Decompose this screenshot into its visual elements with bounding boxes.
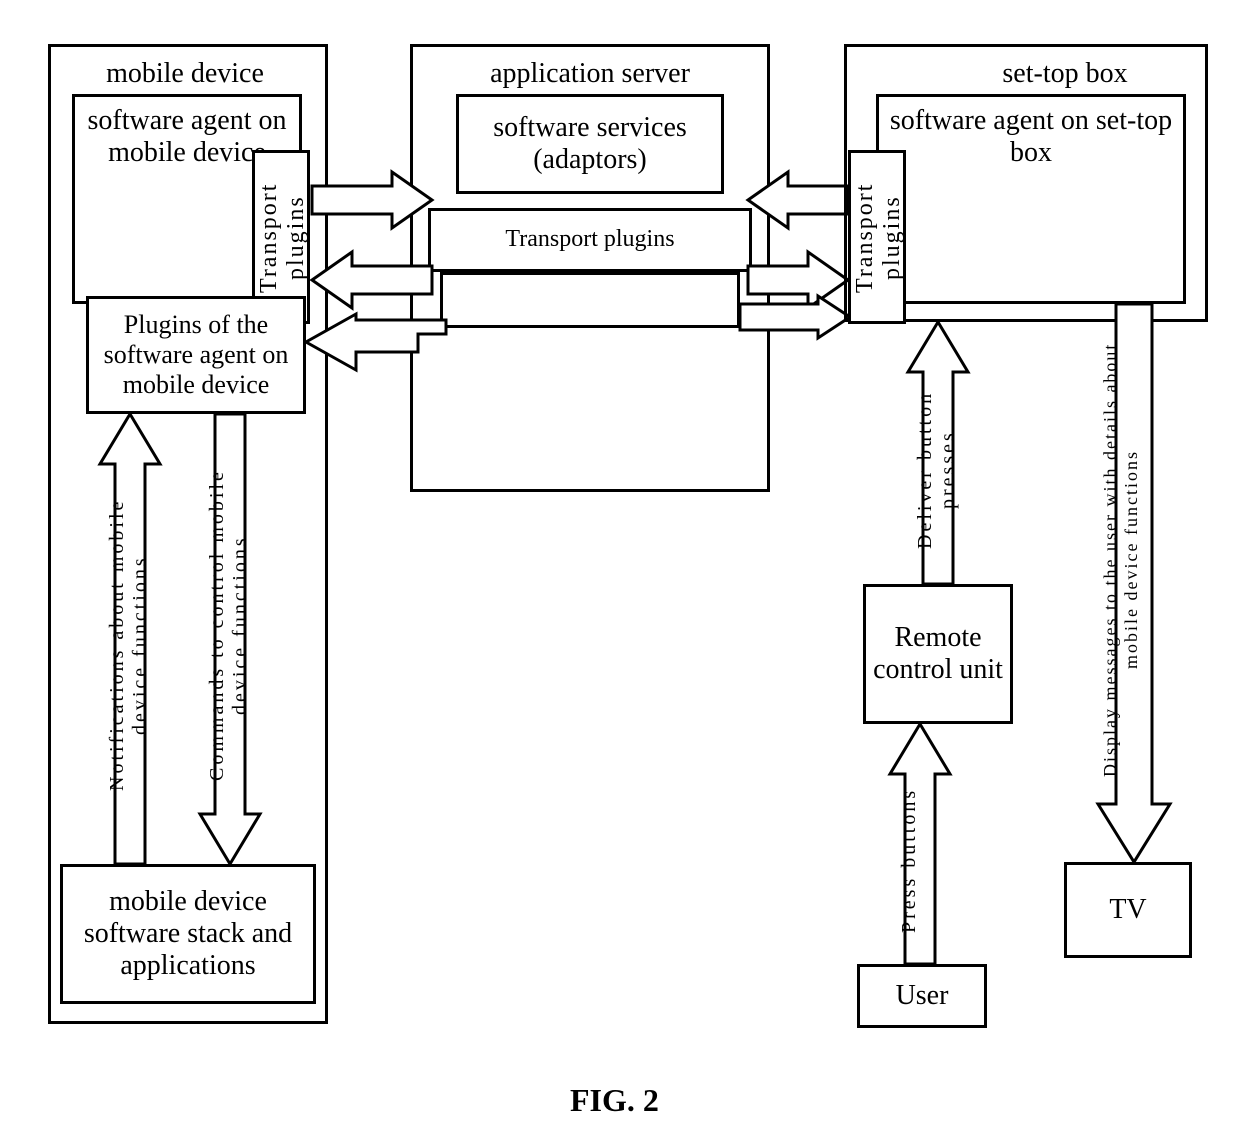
- stb-title: set-top box: [950, 58, 1180, 90]
- server-title: application server: [430, 58, 750, 90]
- server-services: software services (adaptors): [456, 94, 724, 194]
- tv-box: TV: [1064, 862, 1192, 958]
- server-transport-label: Transport plugins: [505, 226, 674, 254]
- user-box: User: [857, 964, 987, 1028]
- mobile-plugins: Plugins of the software agent on mobile …: [86, 296, 306, 414]
- mobile-stack: mobile device software stack and applica…: [60, 864, 316, 1004]
- stb-agent: software agent on set-top box: [876, 94, 1186, 304]
- mobile-arrow-down-label: Commands to control mobile device functi…: [206, 440, 252, 810]
- mobile-transport-label: Transport plugins: [256, 158, 306, 318]
- mobile-device-title: mobile device: [60, 58, 310, 90]
- remote-control: Remote control unit: [863, 584, 1013, 724]
- arrow-mobile-to-server: [312, 172, 432, 228]
- diagram: mobile device software agent on mobile d…: [0, 0, 1240, 1144]
- arrow-stb-to-server: [748, 172, 848, 228]
- mobile-arrow-up-label: Notifications about mobile device functi…: [106, 460, 152, 830]
- figure-label: FIG. 2: [570, 1082, 659, 1119]
- tv-label: TV: [1109, 894, 1146, 926]
- server-transport: Transport plugins: [428, 208, 752, 272]
- arrow-server-base-to-stb: [740, 296, 850, 338]
- server-transport-base: [440, 272, 740, 328]
- arrow-display-label: Display messages to the user with detail…: [1100, 320, 1166, 800]
- arrow-server-to-mobile: [312, 252, 432, 308]
- mobile-plugins-label: Plugins of the software agent on mobile …: [93, 310, 299, 400]
- arrow-press-label: Press buttons: [898, 780, 942, 940]
- user-label: User: [896, 980, 949, 1012]
- stb-agent-label: software agent on set-top box: [883, 105, 1179, 169]
- stb-transport-label: Transport plugins: [852, 158, 902, 318]
- arrow-deliver-label: Deliver button presses: [914, 370, 960, 570]
- server-services-label: software services (adaptors): [463, 112, 717, 176]
- mobile-stack-label: mobile device software stack and applica…: [67, 886, 309, 983]
- arrow-server-to-plugins: [306, 314, 446, 374]
- remote-control-label: Remote control unit: [870, 622, 1006, 686]
